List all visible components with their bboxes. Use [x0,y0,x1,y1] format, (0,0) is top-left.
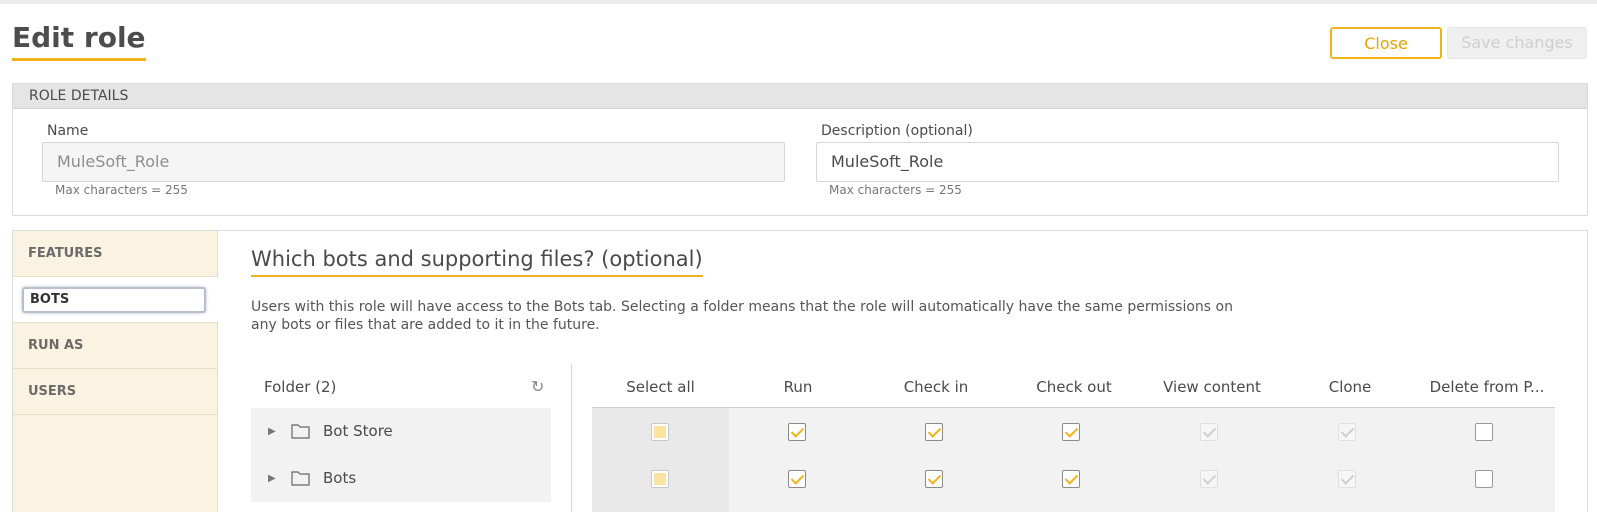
folder-icon [291,424,310,439]
folder-name: Bots [323,469,357,487]
delete-checkbox[interactable] [1475,470,1493,488]
folder-name: Bot Store [323,422,393,440]
sidebar-item-bots[interactable]: BOTS [13,277,218,323]
role-details-header: ROLE DETAILS [13,84,1587,109]
caret-right-icon[interactable]: ▶ [268,455,276,502]
column-check-out: Check out [1036,378,1112,396]
check-out-checkbox[interactable] [1062,423,1080,441]
refresh-icon[interactable]: ↻ [531,379,547,395]
clone-checkbox [1338,423,1356,441]
column-check-in: Check in [903,378,969,396]
save-changes-button[interactable]: Save changes [1447,27,1587,59]
clone-checkbox [1338,470,1356,488]
select-all-checkbox[interactable] [651,470,669,488]
delete-checkbox[interactable] [1475,423,1493,441]
sidebar-item-run-as[interactable]: RUN AS [13,323,218,369]
check-in-checkbox[interactable] [925,470,943,488]
close-button[interactable]: Close [1330,27,1442,59]
check-out-checkbox[interactable] [1062,470,1080,488]
folder-row[interactable]: ▶ Bots [251,455,551,502]
folder-icon [291,471,310,486]
folder-count-label: Folder (2) [264,378,337,396]
sidebar: FEATURES BOTS RUN AS USERS [13,231,218,512]
view-content-checkbox [1200,423,1218,441]
section-title: Which bots and supporting files? (option… [251,245,703,277]
check-in-checkbox[interactable] [925,423,943,441]
folder-row[interactable]: ▶ Bot Store [251,408,551,455]
sidebar-item-features[interactable]: FEATURES [13,231,218,277]
top-bar [0,0,1597,4]
column-clone: Clone [1328,378,1372,396]
column-run: Run [783,378,813,396]
column-delete: Delete from P... [1429,378,1545,396]
view-content-checkbox [1200,470,1218,488]
page-title: Edit role [12,20,146,61]
column-view-content: View content [1163,378,1261,396]
run-checkbox[interactable] [788,470,806,488]
select-all-checkbox[interactable] [651,423,669,441]
run-checkbox[interactable] [788,423,806,441]
description-label: Description (optional) [821,123,973,139]
section-description: Users with this role will have access to… [251,299,1233,333]
name-hint: Max characters = 255 [55,183,188,197]
description-hint: Max characters = 255 [829,183,962,197]
divider [571,364,572,512]
name-field[interactable]: MuleSoft_Role [42,142,785,182]
sidebar-item-label: BOTS [22,287,206,313]
description-field[interactable]: MuleSoft_Role [816,142,1559,182]
sidebar-item-users[interactable]: USERS [13,369,218,415]
folder-header: Folder (2) ↻ [251,365,551,409]
caret-right-icon[interactable]: ▶ [268,408,276,455]
name-label: Name [47,123,89,139]
column-select-all[interactable]: Select all [592,365,729,409]
